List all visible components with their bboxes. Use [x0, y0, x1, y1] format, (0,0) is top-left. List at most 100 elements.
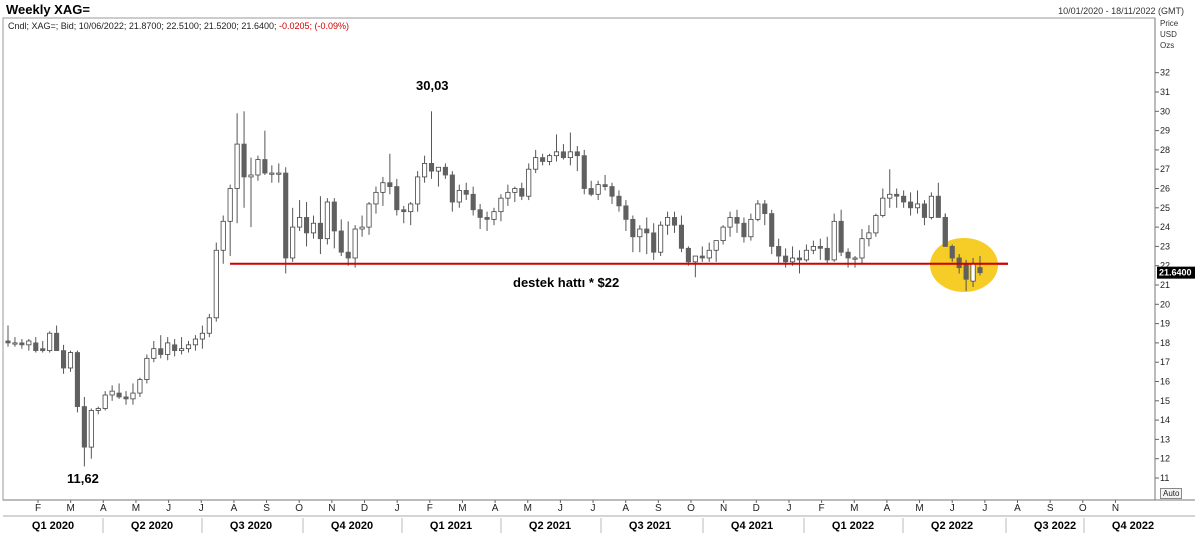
candle-up — [970, 263, 976, 282]
month-label: D — [753, 503, 760, 514]
candle-up — [269, 172, 275, 175]
candle-down — [949, 245, 955, 259]
month-label: J — [395, 503, 400, 514]
month-label: A — [622, 503, 629, 514]
candle-down — [935, 195, 941, 218]
low-annotation: 11,62 — [67, 471, 99, 486]
candle-up — [498, 197, 504, 213]
candle-down — [963, 263, 969, 280]
candle-down — [470, 193, 476, 211]
quarter-label: Q2 2020 — [131, 520, 173, 532]
candle-up — [755, 203, 761, 220]
candle-up — [290, 226, 296, 259]
candle-up — [491, 211, 497, 220]
candle-up — [789, 257, 796, 263]
candle-down — [977, 267, 983, 274]
candle-up — [810, 245, 816, 251]
y-tick-label: 15 — [1160, 396, 1170, 406]
candle-up — [165, 342, 171, 355]
candle-down — [331, 201, 337, 232]
month-label: S — [655, 503, 662, 514]
candle-down — [81, 406, 87, 448]
candle-up — [526, 168, 532, 197]
candle-up — [880, 197, 886, 216]
candle-down — [394, 186, 400, 211]
y-tick-label: 21 — [1160, 280, 1170, 290]
month-label: F — [819, 503, 825, 514]
chart-title: Weekly XAG= — [6, 2, 90, 17]
candle-up — [151, 348, 157, 359]
candle-up — [102, 394, 108, 409]
series-info-text: Cndl; XAG=; Bid; 10/06/2022; 21.8700; 22… — [8, 21, 277, 31]
month-label: M — [524, 503, 532, 514]
candle-up — [199, 332, 205, 340]
candle-down — [845, 251, 851, 259]
candle-down — [19, 342, 25, 346]
month-label: O — [295, 503, 303, 514]
candle-up — [408, 203, 414, 213]
candle-down — [921, 203, 928, 218]
candle-up — [206, 317, 212, 334]
candle-down — [283, 172, 289, 259]
candle-up — [852, 257, 858, 260]
candle-down — [60, 350, 67, 369]
candle-down — [477, 209, 483, 218]
month-label: O — [687, 503, 695, 514]
month-label: J — [591, 503, 596, 514]
candle-up — [866, 232, 872, 240]
month-label: J — [166, 503, 171, 514]
y-tick-label: 31 — [1160, 87, 1170, 97]
candle-down — [630, 218, 636, 238]
candle-down — [734, 217, 740, 224]
y-tick-label: 28 — [1160, 145, 1170, 155]
candle-up — [803, 249, 809, 261]
candle-down — [644, 228, 650, 234]
candle-down — [609, 186, 615, 197]
candle-down — [158, 348, 164, 355]
last-price-label: 21.6400 — [1159, 268, 1192, 278]
candle-down — [616, 195, 622, 207]
candle-up — [213, 249, 219, 319]
y-tick-label: 25 — [1160, 203, 1170, 213]
y-tick-label: 23 — [1160, 241, 1170, 251]
candle-down — [463, 190, 469, 195]
candle-up — [359, 226, 365, 230]
candle-up — [706, 249, 712, 259]
y-tick-label: 16 — [1160, 377, 1170, 387]
candle-up — [26, 340, 32, 346]
candle-up — [435, 166, 442, 172]
month-label: M — [850, 503, 858, 514]
y-tick-label: 14 — [1160, 415, 1170, 425]
month-label: J — [982, 503, 987, 514]
candle-down — [540, 157, 546, 162]
auto-scale-button[interactable]: Auto — [1160, 488, 1183, 499]
units-weight: Ozs — [1160, 41, 1175, 50]
candle-up — [324, 201, 330, 240]
candle-down — [581, 155, 587, 189]
month-label: A — [100, 503, 107, 514]
candle-down — [894, 193, 900, 197]
quarter-label: Q2 2022 — [931, 520, 973, 532]
candle-up — [373, 191, 379, 205]
month-label: N — [720, 503, 727, 514]
candle-up — [658, 224, 664, 253]
candle-down — [317, 222, 323, 240]
candle-up — [637, 228, 643, 238]
series-info: Cndl; XAG=; Bid; 10/06/2022; 21.8700; 22… — [8, 21, 349, 31]
month-label: M — [132, 503, 140, 514]
candle-up — [415, 176, 421, 205]
candle-down — [623, 205, 629, 220]
month-label: S — [1047, 503, 1054, 514]
candle-down — [40, 348, 46, 352]
candle-down — [387, 182, 393, 187]
candle-down — [776, 245, 782, 257]
candle-down — [678, 224, 685, 249]
y-tick-label: 19 — [1160, 319, 1170, 329]
candle-down — [588, 188, 594, 195]
month-label: M — [66, 503, 74, 514]
y-tick-label: 32 — [1160, 68, 1170, 78]
y-tick-label: 11 — [1160, 473, 1169, 483]
month-label: F — [427, 503, 433, 514]
units-currency: USD — [1160, 30, 1177, 39]
candle-up — [185, 344, 192, 350]
